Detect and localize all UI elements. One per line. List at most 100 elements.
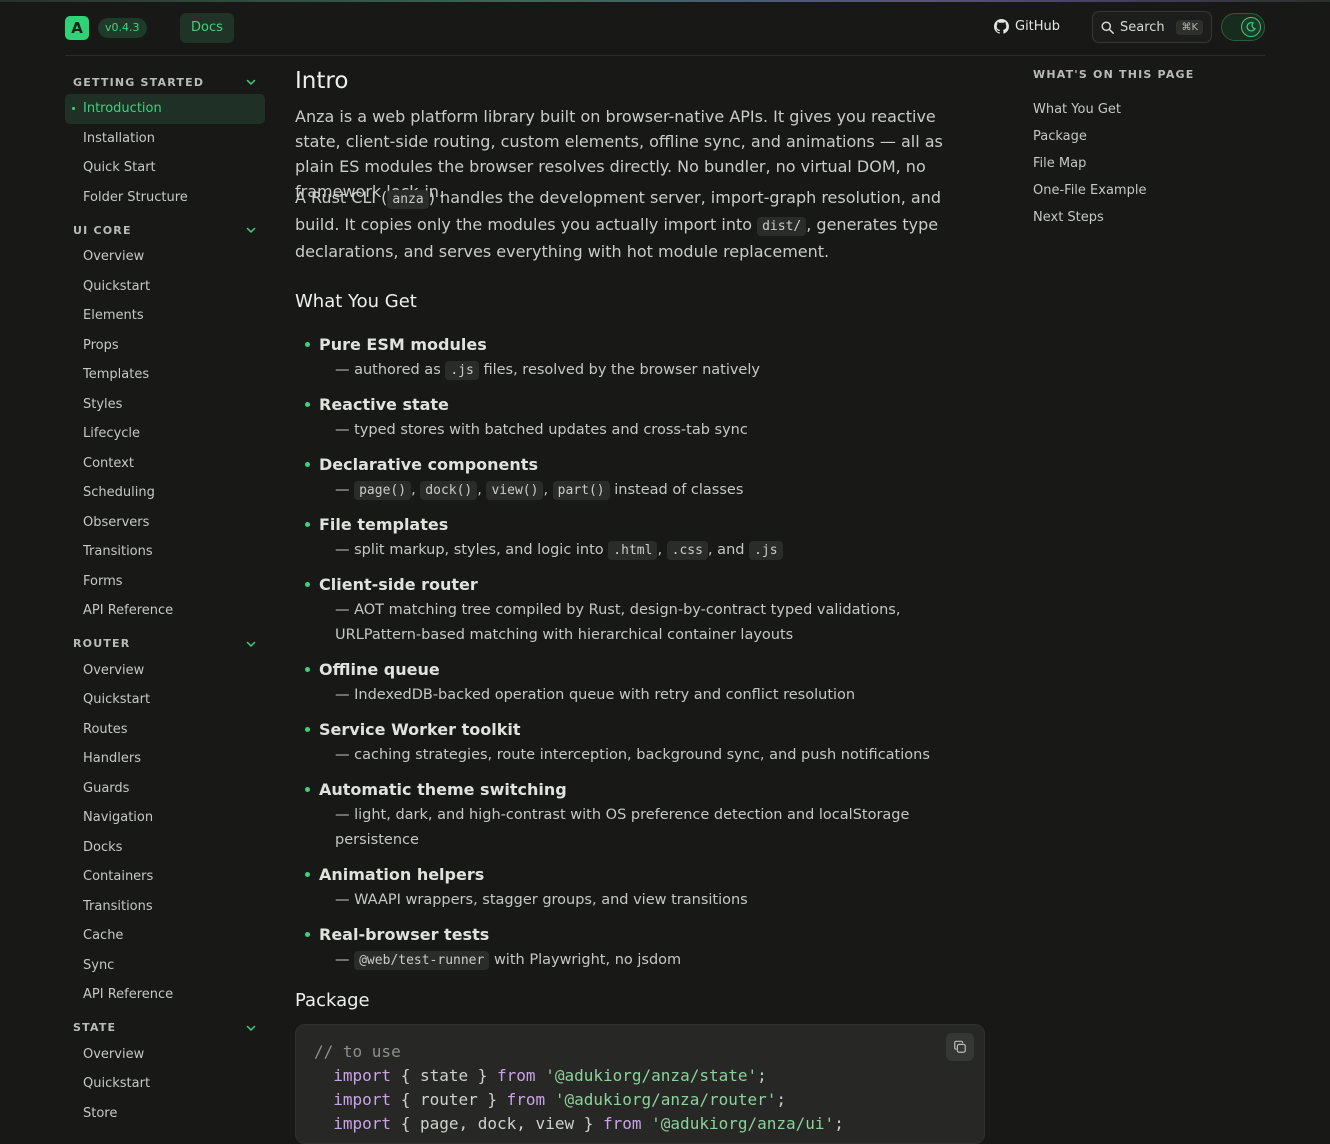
feature-item: Reactive state — typed stores with batche… (295, 392, 985, 443)
logo[interactable]: A (65, 16, 89, 40)
sidebar-section-title: GETTING STARTED (73, 75, 205, 89)
feature-description: — page(), dock(), view(), part() instead… (319, 478, 985, 503)
sidebar-section-ui-core[interactable]: UI CORE (65, 218, 265, 242)
sidebar-item-props[interactable]: Props (65, 331, 265, 361)
sidebar-item-forms[interactable]: Forms (65, 567, 265, 597)
code-token: import (333, 1090, 392, 1109)
feature-item: Pure ESM modules — authored as .js files,… (295, 332, 985, 383)
feature-description-text: — typed stores with batched updates and … (335, 422, 748, 438)
top-header: A v0.4.3 Docs GitHub Search ⌘K (0, 0, 1330, 56)
toc-link-next-steps[interactable]: Next Steps (1033, 204, 1233, 231)
docs-nav-button[interactable]: Docs (180, 13, 234, 43)
inline-code: page() (354, 481, 412, 500)
sidebar-nav: GETTING STARTED Introduction Installation Q… (65, 70, 265, 1128)
code-token: { page, dock, view } (391, 1114, 603, 1133)
sidebar-item-guards[interactable]: Guards (65, 774, 265, 804)
search-button[interactable]: Search ⌘K (1092, 11, 1212, 43)
code-block: // to use import { state } from '@adukio… (295, 1024, 985, 1144)
feature-description: — IndexedDB-backed operation queue with … (319, 683, 985, 708)
sidebar-item-styles[interactable]: Styles (65, 390, 265, 420)
sidebar-item-quick-start[interactable]: Quick Start (65, 153, 265, 183)
sidebar-item-cache[interactable]: Cache (65, 921, 265, 951)
inline-code: dock() (420, 481, 478, 500)
code-token: from (602, 1114, 642, 1133)
sidebar-item-transitions[interactable]: Transitions (65, 537, 265, 567)
sidebar-item-quickstart[interactable]: Quickstart (65, 272, 265, 302)
sidebar-item-routes[interactable]: Routes (65, 715, 265, 745)
feature-description-text: with Playwright, no jsdom (489, 952, 682, 968)
sidebar-item-api-reference[interactable]: API Reference (65, 596, 265, 626)
sidebar-item-containers[interactable]: Containers (65, 862, 265, 892)
sidebar-item-transitions[interactable]: Transitions (65, 892, 265, 922)
code-token: '@adukiorg/anza/router' (554, 1090, 777, 1109)
sidebar-section-router[interactable]: ROUTER (65, 632, 265, 656)
chevron-down-icon (246, 641, 256, 647)
sidebar-section-title: STATE (73, 1021, 117, 1034)
sidebar-item-store[interactable]: Store (65, 1099, 265, 1129)
sidebar-item-installation[interactable]: Installation (65, 124, 265, 154)
feature-description-text: — light, dark, and high-contrast with OS… (335, 807, 910, 848)
toc-link-what-you-get[interactable]: What You Get (1033, 96, 1233, 123)
feature-title: File templates (319, 515, 449, 534)
code-line: import { state } from '@adukiorg/anza/st… (314, 1064, 966, 1088)
feature-title: Real-browser tests (319, 925, 490, 944)
toc-list: What You Get Package File Map One-File Exam… (1033, 96, 1233, 231)
search-icon (1101, 20, 1114, 34)
feature-title: Pure ESM modules (319, 335, 487, 354)
sidebar-item-overview[interactable]: Overview (65, 242, 265, 272)
code-line: import { page, dock, view } from '@aduki… (314, 1112, 966, 1136)
feature-title: Service Worker toolkit (319, 720, 521, 739)
sidebar-item-sync[interactable]: Sync (65, 951, 265, 981)
sidebar-item-introduction[interactable]: Introduction (65, 94, 265, 124)
toc-link-file-map[interactable]: File Map (1033, 150, 1233, 177)
sidebar-item-templates[interactable]: Templates (65, 360, 265, 390)
sidebar-section-getting-started[interactable]: GETTING STARTED (65, 70, 265, 94)
sidebar-item-observers[interactable]: Observers (65, 508, 265, 538)
code-token: // to use (314, 1042, 401, 1061)
sidebar-item-overview[interactable]: Overview (65, 1040, 265, 1070)
feature-description-text: instead of classes (609, 482, 744, 498)
code-token: import (333, 1114, 392, 1133)
sidebar-item-scheduling[interactable]: Scheduling (65, 478, 265, 508)
sidebar-item-quickstart[interactable]: Quickstart (65, 685, 265, 715)
sidebar-item-elements[interactable]: Elements (65, 301, 265, 331)
sidebar-item-overview[interactable]: Overview (65, 656, 265, 686)
code-token: { router } (391, 1090, 507, 1109)
sidebar-item-api-reference[interactable]: API Reference (65, 980, 265, 1010)
code-token: '@adukiorg/anza/state' (545, 1066, 758, 1085)
feature-item: Animation helpers — WAAPI wrappers, stagg… (295, 862, 985, 913)
theme-toggle[interactable] (1221, 13, 1265, 41)
feature-description-text: — authored as (335, 362, 446, 378)
code-lines: // to use import { state } from '@adukio… (314, 1040, 966, 1136)
feature-item: Real-browser tests — @web/test-runner wit… (295, 922, 985, 973)
heading-what-you-get: What You Get (295, 291, 417, 312)
sidebar-item-navigation[interactable]: Navigation (65, 803, 265, 833)
inline-code: view() (486, 481, 544, 500)
toc-link-one-file-example[interactable]: One-File Example (1033, 177, 1233, 204)
feature-description: — authored as .js files, resolved by the… (319, 358, 985, 383)
copy-button[interactable] (946, 1033, 974, 1061)
sidebar-item-lifecycle[interactable]: Lifecycle (65, 419, 265, 449)
feature-list: Pure ESM modules — authored as .js files,… (295, 332, 985, 982)
feature-item: File templates — split markup, styles, an… (295, 512, 985, 563)
inline-code: dist/ (757, 217, 807, 236)
sidebar-item-quickstart[interactable]: Quickstart (65, 1069, 265, 1099)
intro-text: A Rust CLI ( (295, 188, 388, 207)
feature-item: Automatic theme switching — light, dark, … (295, 777, 985, 853)
sidebar-item-handlers[interactable]: Handlers (65, 744, 265, 774)
intro-paragraph-2: A Rust CLI (anza) handles the developmen… (295, 185, 985, 264)
code-line: import { router } from '@adukiorg/anza/r… (314, 1088, 966, 1112)
toc-link-package[interactable]: Package (1033, 123, 1233, 150)
github-link[interactable]: GitHub (994, 19, 1060, 34)
heading-package: Package (295, 990, 370, 1011)
feature-description-text: — IndexedDB-backed operation queue with … (335, 687, 856, 703)
sidebar-item-folder-structure[interactable]: Folder Structure (65, 183, 265, 213)
sidebar-section-state[interactable]: STATE (65, 1016, 265, 1040)
code-token: from (497, 1066, 536, 1085)
sidebar-item-docks[interactable]: Docks (65, 833, 265, 863)
inline-code: .html (608, 541, 658, 560)
sidebar-item-context[interactable]: Context (65, 449, 265, 479)
feature-description-text: — split markup, styles, and logic into (335, 542, 609, 558)
